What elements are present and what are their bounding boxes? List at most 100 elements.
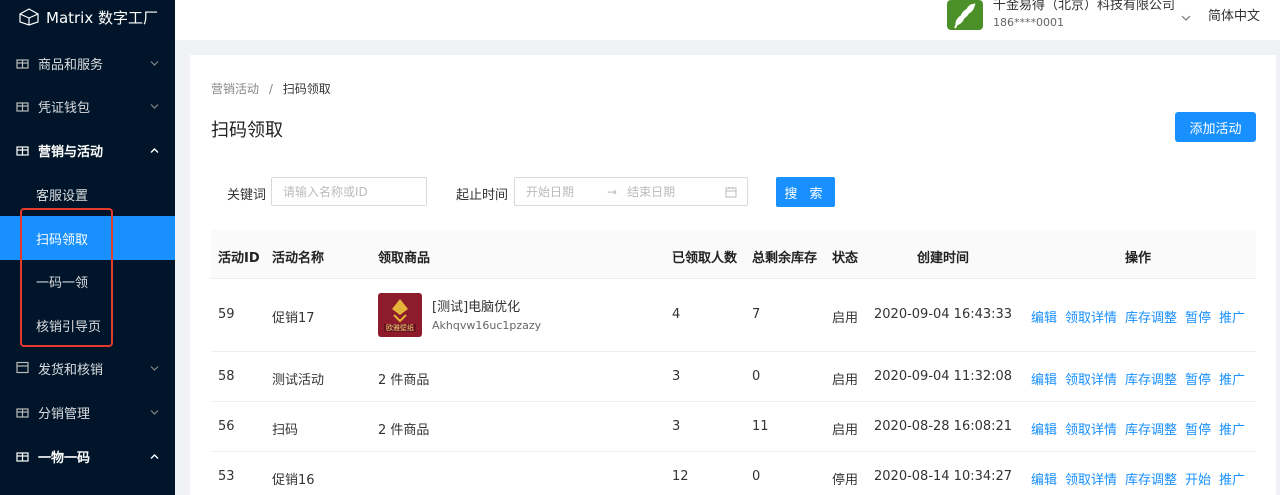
gift-icon xyxy=(16,56,30,70)
stock-adjust-link[interactable]: 库存调整 xyxy=(1125,469,1177,488)
box-icon xyxy=(16,361,30,375)
activity-name: 促销16 xyxy=(272,473,315,488)
sidebar-item-marketing[interactable]: 营销与活动 xyxy=(0,128,175,172)
search-button[interactable]: 搜 索 xyxy=(776,177,835,207)
gift-icon xyxy=(16,143,30,157)
created-time: 2020-08-14 10:34:27 xyxy=(874,469,1013,484)
activity-id: 56 xyxy=(218,419,235,434)
edit-link[interactable]: 编辑 xyxy=(1031,307,1057,326)
table-header: 活动ID 活动名称 领取商品 已领取人数 总剩余库存 状态 创建时间 操作 xyxy=(211,230,1256,279)
breadcrumb-parent[interactable]: 营销活动 xyxy=(211,82,259,96)
activity-name: 扫码 xyxy=(272,423,299,438)
table-row: 59 促销17 欧雅壁纸 [测试]电脑优化 Akhqvw16uc1pzazy 4… xyxy=(211,279,1256,352)
chevron-down-icon xyxy=(150,99,159,114)
column-header: 状态 xyxy=(832,251,859,266)
chevron-down-icon xyxy=(150,361,159,376)
stock-adjust-link[interactable]: 库存调整 xyxy=(1125,307,1177,326)
sidebar-item-label: 商品和服务 xyxy=(38,57,104,73)
remaining-stock: 7 xyxy=(752,307,761,322)
pause-link[interactable]: 暂停 xyxy=(1185,307,1211,326)
gift-icon xyxy=(16,99,30,113)
gift-icon xyxy=(16,449,30,463)
edit-link[interactable]: 编辑 xyxy=(1031,369,1057,388)
sidebar-subitem-verify-guide[interactable]: 核销引导页 xyxy=(0,303,175,347)
sidebar-item-label: 营销与活动 xyxy=(38,144,104,160)
promote-link[interactable]: 推广 xyxy=(1219,307,1245,326)
column-header: 领取商品 xyxy=(378,251,431,266)
activity-id: 58 xyxy=(218,369,235,384)
date-range-label: 起止时间 xyxy=(456,188,509,203)
start-date-input[interactable]: 开始日期 xyxy=(526,183,574,200)
status-text: 启用 xyxy=(832,373,859,388)
chevron-down-icon[interactable] xyxy=(1181,7,1191,26)
product-title: 2 件商品 xyxy=(378,373,430,388)
claim-detail-link[interactable]: 领取详情 xyxy=(1065,307,1117,326)
column-header: 操作 xyxy=(1125,251,1152,266)
company-name[interactable]: 千金易得（北京）科技有限公司 xyxy=(993,0,1175,13)
remaining-stock: 0 xyxy=(752,469,761,484)
language-switcher[interactable]: 简体中文 xyxy=(1208,5,1260,24)
remaining-stock: 0 xyxy=(752,369,761,384)
sidebar-item-one-item-one-code[interactable]: 一物一码 xyxy=(0,434,175,478)
remaining-stock: 11 xyxy=(752,419,769,434)
stock-adjust-link[interactable]: 库存调整 xyxy=(1125,419,1177,438)
sidebar-item-distribution[interactable]: 分销管理 xyxy=(0,390,175,434)
sidebar: Matrix 数字工厂 商品和服务 凭证钱包 营销与活动 客服设置 扫码领取 一… xyxy=(0,0,175,495)
promote-link[interactable]: 推广 xyxy=(1219,419,1245,438)
sidebar-item-shipping[interactable]: 发货和核销 xyxy=(0,346,175,390)
status-text: 启用 xyxy=(832,423,859,438)
main-content: 营销活动 / 扫码领取 扫码领取 添加活动 关键词 请输入名称或ID 起止时间 … xyxy=(190,55,1276,495)
promote-link[interactable]: 推广 xyxy=(1219,369,1245,388)
pause-link[interactable]: 暂停 xyxy=(1185,419,1211,438)
edit-link[interactable]: 编辑 xyxy=(1031,419,1057,438)
product-thumbnail: 欧雅壁纸 xyxy=(378,293,422,337)
page-title: 扫码领取 xyxy=(211,120,283,141)
claim-detail-link[interactable]: 领取详情 xyxy=(1065,469,1117,488)
product-code: Akhqvw16uc1pzazy xyxy=(432,319,542,332)
sidebar-item-wallet[interactable]: 凭证钱包 xyxy=(0,84,175,128)
table-row: 58 测试活动 2 件商品 3 0 启用 2020-09-04 11:32:08… xyxy=(211,352,1256,402)
app-logo[interactable]: Matrix 数字工厂 xyxy=(0,0,175,34)
breadcrumb-separator: / xyxy=(268,82,273,96)
sidebar-subitem-one-code[interactable]: 一码一领 xyxy=(0,259,175,303)
claimed-count: 12 xyxy=(672,469,689,484)
keyword-input[interactable]: 请输入名称或ID xyxy=(271,177,427,206)
claim-detail-link[interactable]: 领取详情 xyxy=(1065,419,1117,438)
created-time: 2020-09-04 11:32:08 xyxy=(874,369,1013,384)
top-header: 千金易得（北京）科技有限公司 186****0001 简体中文 xyxy=(175,0,1280,40)
sidebar-item-label: 发货和核销 xyxy=(38,362,104,378)
sidebar-subitem-scan-claim[interactable]: 扫码领取 xyxy=(0,216,175,260)
arrow-right-icon: → xyxy=(607,184,618,199)
product-title: 2 件商品 xyxy=(378,423,430,438)
claim-detail-link[interactable]: 领取详情 xyxy=(1065,369,1117,388)
pause-link[interactable]: 暂停 xyxy=(1185,369,1211,388)
start-link[interactable]: 开始 xyxy=(1185,469,1211,488)
sidebar-item-products[interactable]: 商品和服务 xyxy=(0,41,175,85)
company-logo[interactable] xyxy=(947,0,983,30)
sidebar-subitem-service[interactable]: 客服设置 xyxy=(0,172,175,216)
chevron-down-icon xyxy=(150,405,159,420)
company-phone: 186****0001 xyxy=(993,16,1064,29)
claimed-count: 4 xyxy=(672,307,681,322)
promote-link[interactable]: 推广 xyxy=(1219,469,1245,488)
matrix-logo-icon xyxy=(19,8,39,26)
breadcrumb: 营销活动 / 扫码领取 xyxy=(211,80,331,97)
keyword-label: 关键词 xyxy=(227,188,267,203)
chevron-up-icon xyxy=(150,449,159,464)
column-header: 创建时间 xyxy=(917,251,970,266)
end-date-input[interactable]: 结束日期 xyxy=(627,183,675,200)
add-activity-button[interactable]: 添加活动 xyxy=(1175,112,1256,142)
sidebar-item-label: 一物一码 xyxy=(38,450,91,466)
table-row: 56 扫码 2 件商品 3 11 启用 2020-08-28 16:08:21 … xyxy=(211,402,1256,452)
status-text: 停用 xyxy=(832,473,859,488)
product-title: [测试]电脑优化 xyxy=(432,300,521,315)
chevron-up-icon xyxy=(150,143,159,158)
stock-adjust-link[interactable]: 库存调整 xyxy=(1125,369,1177,388)
created-time: 2020-08-28 16:08:21 xyxy=(874,419,1013,434)
activity-name: 测试活动 xyxy=(272,373,325,388)
date-range-picker[interactable]: 开始日期 → 结束日期 xyxy=(514,177,748,206)
created-time: 2020-09-04 16:43:33 xyxy=(874,307,1013,322)
edit-link[interactable]: 编辑 xyxy=(1031,469,1057,488)
wheat-icon xyxy=(954,3,976,29)
sidebar-item-label: 分销管理 xyxy=(38,406,91,422)
